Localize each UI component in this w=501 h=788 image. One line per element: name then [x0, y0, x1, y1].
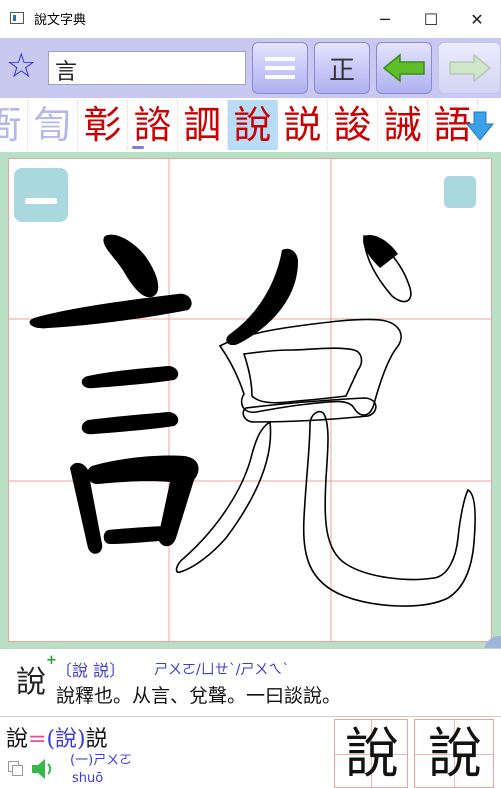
arrow-right-icon	[448, 53, 491, 83]
zhuyin-readings: ㄕㄨㄛ/ㄩㄝˋ/ㄕㄨㄟˋ	[154, 662, 290, 678]
hamburger-icon	[265, 57, 295, 79]
strip-char[interactable]: 誡	[378, 100, 428, 150]
minimize-button[interactable]: ─	[362, 0, 408, 38]
strip-char[interactable]: 訇	[28, 100, 78, 150]
forward-button[interactable]	[438, 42, 501, 94]
bottom-panel: 說=(說)説 (一)ㄕㄨㄛ shuō 說 說	[0, 716, 501, 788]
strip-char[interactable]: 諮	[128, 100, 178, 150]
window-title: 說文字典	[34, 13, 87, 28]
definition-text: 說釋也。从言、兌聲。一曰談說。	[56, 685, 342, 707]
writing-sample-2[interactable]: 說	[414, 719, 494, 788]
maximize-button[interactable]: ☐	[408, 0, 454, 38]
radical-dui-outline	[175, 235, 476, 607]
info-panel: 說 + 〔說 説〕 ㄕㄨㄛ/ㄩㄝˋ/ㄕㄨㄟˋ 說釋也。从言、兌聲。一曰談說。	[0, 648, 501, 717]
radical-yan	[29, 234, 199, 554]
strip-char[interactable]: 誜	[328, 100, 378, 150]
minus-button[interactable]	[14, 168, 68, 222]
radical-dui-filled	[226, 234, 398, 346]
search-input[interactable]: 言	[48, 51, 246, 85]
sample-char-2: 說	[428, 722, 482, 785]
strip-char[interactable]: 訵	[178, 100, 228, 150]
character-strip: 衙 訇 彰 諮 訵 說 説 誜 誡 語	[0, 98, 501, 153]
grid-lines	[8, 158, 492, 642]
underline-marker	[132, 146, 144, 149]
title-bar: 說文字典 ─ ☐ ✕	[0, 0, 501, 39]
speaker-icon[interactable]	[30, 757, 56, 781]
strip-char[interactable]: 彰	[78, 100, 128, 150]
star-icon[interactable]: ☆	[6, 48, 36, 84]
copy-icon[interactable]	[8, 761, 23, 776]
writing-sample-1[interactable]: 說	[334, 719, 408, 788]
strip-char[interactable]: 説	[278, 100, 328, 150]
variant-chars: 〔說 説〕	[56, 661, 126, 680]
reading-number: (一)ㄕㄨㄛ	[70, 753, 133, 768]
menu-button[interactable]	[252, 42, 308, 94]
square-button[interactable]	[444, 176, 476, 208]
strip-char[interactable]: 衙	[0, 100, 28, 150]
strip-char-selected[interactable]: 說	[228, 100, 278, 150]
toolbar: ☆ 言 正	[0, 38, 501, 98]
close-button[interactable]: ✕	[454, 0, 500, 38]
scroll-down-icon[interactable]	[466, 110, 494, 142]
zheng-button[interactable]: 正	[314, 42, 370, 94]
equiv-left: 說	[6, 727, 29, 752]
back-button[interactable]	[376, 42, 432, 94]
sample-char-1: 說	[345, 722, 399, 785]
app-icon	[10, 12, 24, 24]
arrow-left-icon	[382, 53, 425, 83]
stroke-canvas[interactable]	[8, 158, 492, 642]
pinyin-text: shuō	[72, 771, 104, 786]
stroke-canvas-frame	[0, 152, 501, 670]
seal-character: 說	[16, 665, 46, 700]
equiv-sign: =	[28, 727, 47, 752]
minus-icon	[25, 198, 57, 204]
